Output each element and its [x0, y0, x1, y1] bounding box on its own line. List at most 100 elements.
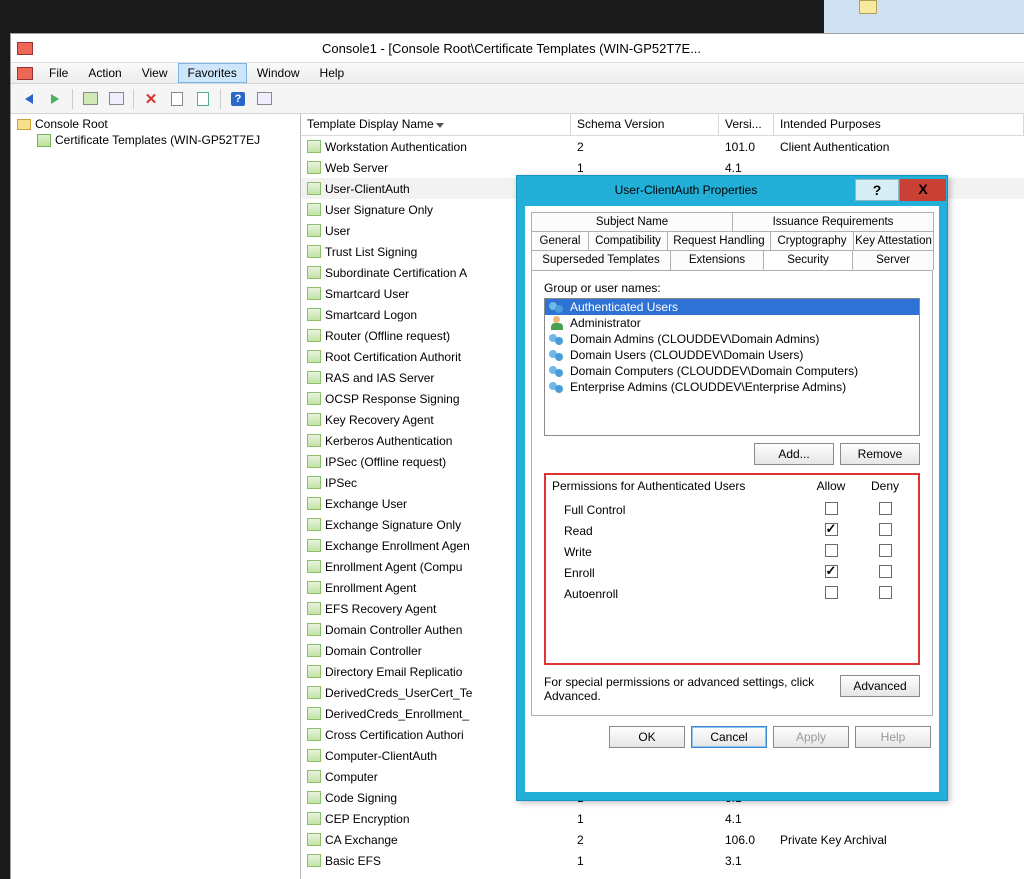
dialog-close-button[interactable]: X: [900, 179, 946, 201]
permission-name: Enroll: [564, 566, 804, 580]
permission-row: Autoenroll: [552, 583, 912, 604]
dialog-help-button[interactable]: ?: [855, 179, 899, 201]
forward-button[interactable]: [43, 87, 67, 111]
system-menu-icon[interactable]: [17, 67, 33, 80]
template-icon: [307, 308, 321, 321]
template-name: Kerberos Authentication: [325, 434, 452, 448]
allow-checkbox[interactable]: [825, 544, 838, 557]
ok-button[interactable]: OK: [609, 726, 685, 748]
remove-button[interactable]: Remove: [840, 443, 920, 465]
back-button[interactable]: [17, 87, 41, 111]
template-icon: [307, 182, 321, 195]
col-display-name[interactable]: Template Display Name: [301, 114, 571, 135]
user-row[interactable]: Enterprise Admins (CLOUDDEV\Enterprise A…: [545, 379, 919, 395]
template-name: User: [325, 224, 350, 238]
help-button[interactable]: Help: [855, 726, 931, 748]
template-icon: [307, 140, 321, 153]
group-label: Group or user names:: [544, 281, 920, 295]
tab-strip: Subject Name Issuance Requirements Gener…: [525, 206, 939, 270]
list-row[interactable]: CA Exchange2106.0Private Key Archival: [301, 829, 1024, 850]
list-row[interactable]: Workstation Authentication2101.0Client A…: [301, 136, 1024, 157]
template-name: Exchange Enrollment Agen: [325, 539, 470, 553]
allow-checkbox[interactable]: [825, 565, 838, 578]
template-schema: 1: [571, 854, 719, 868]
tree-item-cert-templates[interactable]: Certificate Templates (WIN-GP52T7EJ: [13, 132, 298, 148]
tab-superseded[interactable]: Superseded Templates: [531, 250, 671, 270]
deny-checkbox[interactable]: [879, 523, 892, 536]
tab-security[interactable]: Security: [763, 250, 853, 270]
template-icon: [307, 749, 321, 762]
deny-checkbox[interactable]: [879, 565, 892, 578]
permissions-box: Permissions for Authenticated Users Allo…: [544, 473, 920, 665]
deny-checkbox[interactable]: [879, 544, 892, 557]
tab-subject-name[interactable]: Subject Name: [531, 212, 733, 231]
tab-key-attestation[interactable]: Key Attestation: [853, 231, 934, 250]
view-button[interactable]: [252, 87, 276, 111]
tree-root[interactable]: Console Root: [13, 116, 298, 132]
list-row[interactable]: Basic EFS13.1: [301, 850, 1024, 871]
col-purpose[interactable]: Intended Purposes: [774, 114, 1024, 135]
template-name: Computer-ClientAuth: [325, 749, 437, 763]
deny-checkbox[interactable]: [879, 502, 892, 515]
tab-cryptography[interactable]: Cryptography: [770, 231, 854, 250]
export-button[interactable]: [191, 87, 215, 111]
properties-button[interactable]: [165, 87, 189, 111]
deny-checkbox[interactable]: [879, 586, 892, 599]
template-icon: [307, 161, 321, 174]
allow-header: Allow: [804, 479, 858, 493]
template-name: Domain Controller Authen: [325, 623, 462, 637]
template-schema: 1: [571, 812, 719, 826]
template-name: DerivedCreds_UserCert_Te: [325, 686, 472, 700]
apply-button[interactable]: Apply: [773, 726, 849, 748]
template-icon: [307, 371, 321, 384]
cancel-button[interactable]: Cancel: [691, 726, 767, 748]
tab-general[interactable]: General: [531, 231, 589, 250]
tab-extensions[interactable]: Extensions: [670, 250, 764, 270]
tab-server[interactable]: Server: [852, 250, 934, 270]
user-list[interactable]: Authenticated UsersAdministratorDomain A…: [544, 298, 920, 436]
user-row[interactable]: Domain Admins (CLOUDDEV\Domain Admins): [545, 331, 919, 347]
menu-bar: File Action View Favorites Window Help: [11, 62, 1024, 84]
allow-checkbox[interactable]: [825, 523, 838, 536]
allow-checkbox[interactable]: [825, 502, 838, 515]
tab-compatibility[interactable]: Compatibility: [588, 231, 668, 250]
menu-action[interactable]: Action: [78, 63, 131, 83]
template-name: IPSec (Offline request): [325, 455, 446, 469]
tab-request-handling[interactable]: Request Handling: [667, 231, 771, 250]
col-version[interactable]: Versi...: [719, 114, 774, 135]
menu-file[interactable]: File: [39, 63, 78, 83]
allow-checkbox[interactable]: [825, 586, 838, 599]
user-row[interactable]: Domain Users (CLOUDDEV\Domain Users): [545, 347, 919, 363]
title-bar: Console1 - [Console Root\Certificate Tem…: [11, 34, 1024, 62]
template-icon: [307, 434, 321, 447]
sort-desc-icon: [436, 123, 444, 128]
permission-row: Enroll: [552, 562, 912, 583]
menu-favorites[interactable]: Favorites: [178, 63, 247, 83]
col-schema[interactable]: Schema Version: [571, 114, 719, 135]
menu-window[interactable]: Window: [247, 63, 310, 83]
template-name: Trust List Signing: [325, 245, 417, 259]
user-buttons: Add... Remove: [544, 443, 920, 465]
background-corner: [824, 0, 1024, 33]
list-row[interactable]: CEP Encryption14.1: [301, 808, 1024, 829]
template-name: EFS Recovery Agent: [325, 602, 436, 616]
user-row[interactable]: Domain Computers (CLOUDDEV\Domain Comput…: [545, 363, 919, 379]
folder-icon: [17, 119, 31, 130]
template-version: 106.0: [719, 833, 774, 847]
template-schema: 2: [571, 140, 719, 154]
menu-help[interactable]: Help: [310, 63, 355, 83]
user-row[interactable]: Authenticated Users: [545, 299, 919, 315]
add-button[interactable]: Add...: [754, 443, 834, 465]
permission-name: Autoenroll: [564, 587, 804, 601]
dialog-title-bar[interactable]: User-ClientAuth Properties ? X: [517, 176, 947, 204]
advanced-button[interactable]: Advanced: [840, 675, 920, 697]
template-icon: [307, 644, 321, 657]
menu-view[interactable]: View: [132, 63, 178, 83]
up-button[interactable]: [78, 87, 102, 111]
user-row[interactable]: Administrator: [545, 315, 919, 331]
tab-issuance[interactable]: Issuance Requirements: [732, 212, 934, 231]
template-icon: [307, 770, 321, 783]
help-button[interactable]: ?: [226, 87, 250, 111]
show-hide-button[interactable]: [104, 87, 128, 111]
delete-button[interactable]: ✕: [139, 87, 163, 111]
